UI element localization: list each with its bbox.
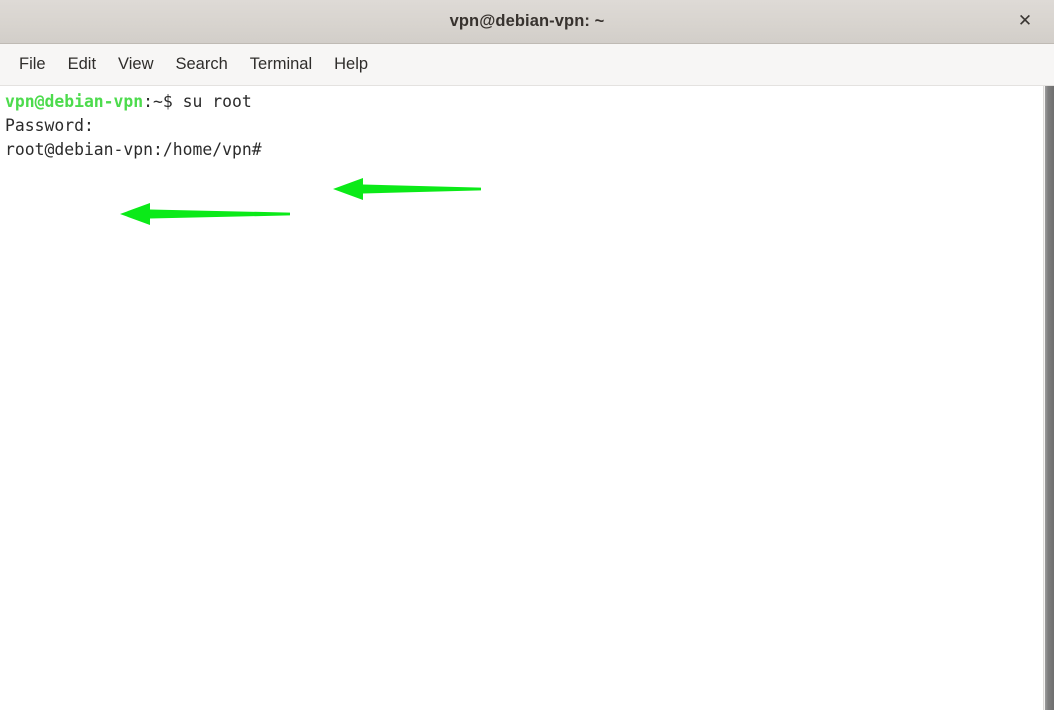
annotation-arrow-su-root — [333, 178, 481, 200]
terminal-output-area[interactable]: vpn@debian-vpn:~$ su root Password: root@d… — [0, 86, 1054, 710]
window-titlebar: vpn@debian-vpn: ~ ✕ — [0, 0, 1054, 44]
vertical-scrollbar[interactable] — [1043, 86, 1054, 710]
scrollbar-thumb[interactable] — [1045, 86, 1054, 710]
annotation-layer — [0, 86, 1054, 710]
terminal-segment: :~$ su root — [143, 92, 252, 111]
terminal-text: vpn@debian-vpn:~$ su root Password: root@d… — [5, 90, 1040, 162]
menu-bar: File Edit View Search Terminal Help — [0, 44, 1054, 86]
terminal-line: vpn@debian-vpn:~$ su root — [5, 90, 1040, 114]
menu-item-search[interactable]: Search — [165, 52, 239, 77]
terminal-window: vpn@debian-vpn: ~ ✕ File Edit View Searc… — [0, 0, 1054, 710]
terminal-segment: root@debian-vpn:/home/vpn# — [5, 140, 262, 159]
menu-item-edit[interactable]: Edit — [57, 52, 107, 77]
terminal-line: Password: — [5, 114, 1040, 138]
annotation-arrow-password — [120, 203, 290, 225]
menu-item-terminal[interactable]: Terminal — [239, 52, 323, 77]
terminal-prompt-user: vpn@debian-vpn — [5, 92, 144, 111]
menu-item-help[interactable]: Help — [323, 52, 379, 77]
terminal-line: root@debian-vpn:/home/vpn# — [5, 138, 1040, 162]
close-button[interactable]: ✕ — [1010, 7, 1040, 37]
close-icon: ✕ — [1017, 11, 1033, 31]
menu-item-file[interactable]: File — [8, 52, 57, 77]
window-title: vpn@debian-vpn: ~ — [449, 12, 605, 30]
menu-item-view[interactable]: View — [107, 52, 164, 77]
terminal-segment: Password: — [5, 116, 94, 135]
